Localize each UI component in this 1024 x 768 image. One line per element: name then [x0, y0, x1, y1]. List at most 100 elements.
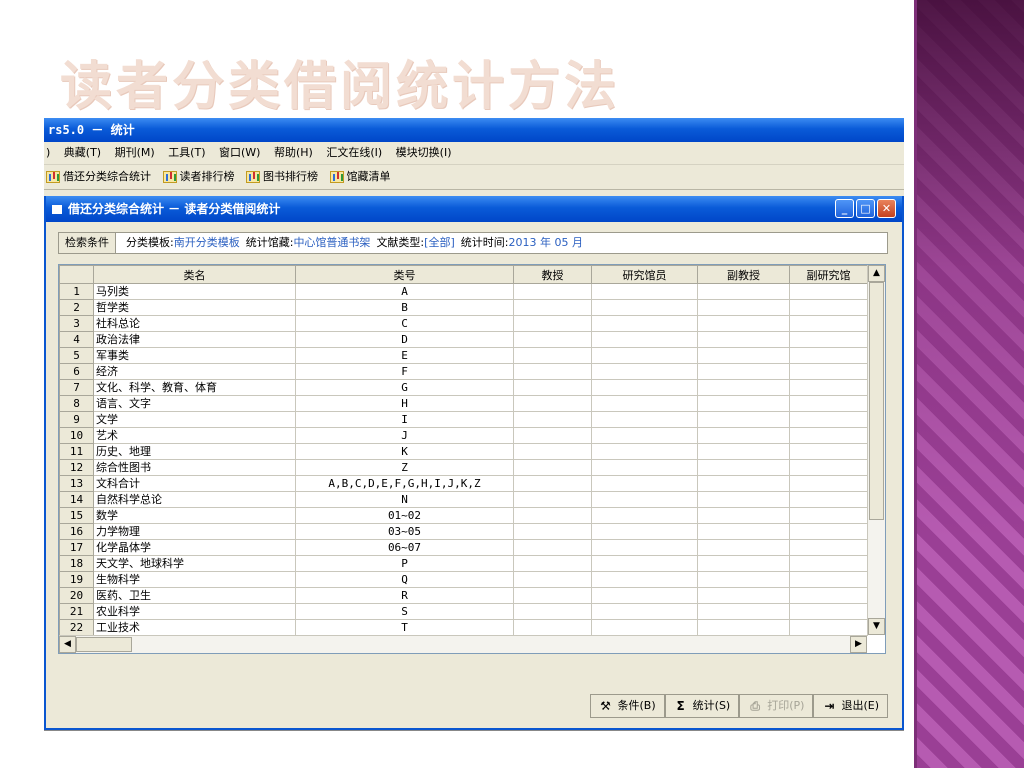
table-row[interactable]: 22 工业技术 T [59, 619, 868, 636]
row-associate-professor[interactable] [697, 491, 790, 508]
row-professor[interactable] [513, 571, 592, 588]
row-associate-librarian[interactable] [789, 347, 868, 364]
row-index[interactable]: 5 [59, 347, 94, 364]
row-index[interactable]: 17 [59, 539, 94, 556]
row-associate-professor[interactable] [697, 363, 790, 380]
toolbar-button-circulation-stats[interactable]: 借还分类综合统计 [46, 165, 151, 189]
menu-item-help[interactable]: 帮助(H) [274, 146, 313, 159]
row-index[interactable]: 22 [59, 619, 94, 636]
row-associate-professor[interactable] [697, 427, 790, 444]
row-name[interactable]: 化学晶体学 [93, 539, 296, 556]
row-associate-professor[interactable] [697, 603, 790, 620]
column-header-index[interactable] [59, 265, 94, 284]
row-professor[interactable] [513, 299, 592, 316]
row-professor[interactable] [513, 427, 592, 444]
row-associate-librarian[interactable] [789, 523, 868, 540]
menu-item-periodicals[interactable]: 期刊(M) [115, 146, 155, 159]
column-header-code[interactable]: 类号 [295, 265, 514, 284]
row-name[interactable]: 历史、地理 [93, 443, 296, 460]
row-associate-professor[interactable] [697, 539, 790, 556]
row-name[interactable]: 文学 [93, 411, 296, 428]
column-header-associate-professor[interactable]: 副教授 [697, 265, 790, 284]
row-associate-professor[interactable] [697, 315, 790, 332]
row-professor[interactable] [513, 459, 592, 476]
criteria-label[interactable]: 检索条件 [59, 233, 116, 253]
row-research-librarian[interactable] [591, 523, 698, 540]
row-code[interactable]: K [295, 443, 514, 460]
table-row[interactable]: 7 文化、科学、教育、体育 G [59, 379, 868, 396]
column-header-associate-librarian[interactable]: 副研究馆 [789, 265, 868, 284]
minimize-button[interactable]: _ [835, 199, 854, 218]
row-associate-librarian[interactable] [789, 299, 868, 316]
row-research-librarian[interactable] [591, 411, 698, 428]
row-research-librarian[interactable] [591, 571, 698, 588]
row-associate-librarian[interactable] [789, 619, 868, 636]
row-index[interactable]: 11 [59, 443, 94, 460]
table-row[interactable]: 17 化学晶体学 06~07 [59, 539, 868, 556]
row-name[interactable]: 数学 [93, 507, 296, 524]
row-professor[interactable] [513, 443, 592, 460]
row-associate-librarian[interactable] [789, 491, 868, 508]
table-row[interactable]: 4 政治法律 D [59, 331, 868, 348]
row-code[interactable]: C [295, 315, 514, 332]
row-associate-professor[interactable] [697, 347, 790, 364]
row-associate-librarian[interactable] [789, 363, 868, 380]
row-code[interactable]: D [295, 331, 514, 348]
row-associate-librarian[interactable] [789, 555, 868, 572]
table-row[interactable]: 13 文科合计 A,B,C,D,E,F,G,H,I,J,K,Z [59, 475, 868, 492]
row-name[interactable]: 马列类 [93, 283, 296, 300]
table-row[interactable]: 3 社科总论 C [59, 315, 868, 332]
row-name[interactable]: 社科总论 [93, 315, 296, 332]
row-research-librarian[interactable] [591, 587, 698, 604]
row-associate-professor[interactable] [697, 443, 790, 460]
row-code[interactable]: F [295, 363, 514, 380]
row-index[interactable]: 10 [59, 427, 94, 444]
row-associate-librarian[interactable] [789, 395, 868, 412]
row-name[interactable]: 自然科学总论 [93, 491, 296, 508]
row-professor[interactable] [513, 315, 592, 332]
table-row[interactable]: 10 艺术 J [59, 427, 868, 444]
row-associate-librarian[interactable] [789, 315, 868, 332]
row-code[interactable]: Z [295, 459, 514, 476]
row-name[interactable]: 农业科学 [93, 603, 296, 620]
row-index[interactable]: 15 [59, 507, 94, 524]
row-index[interactable]: 20 [59, 587, 94, 604]
row-associate-professor[interactable] [697, 507, 790, 524]
row-associate-professor[interactable] [697, 619, 790, 636]
row-name[interactable]: 艺术 [93, 427, 296, 444]
row-associate-professor[interactable] [697, 459, 790, 476]
print-button[interactable]: ⎙ 打印(P) [739, 694, 814, 718]
row-associate-librarian[interactable] [789, 571, 868, 588]
table-row[interactable]: 16 力学物理 03~05 [59, 523, 868, 540]
row-code[interactable]: Q [295, 571, 514, 588]
row-associate-professor[interactable] [697, 571, 790, 588]
table-row[interactable]: 21 农业科学 S [59, 603, 868, 620]
row-code[interactable]: P [295, 555, 514, 572]
table-row[interactable]: 2 哲学类 B [59, 299, 868, 316]
row-research-librarian[interactable] [591, 331, 698, 348]
row-associate-professor[interactable] [697, 523, 790, 540]
row-code[interactable]: S [295, 603, 514, 620]
row-code[interactable]: H [295, 395, 514, 412]
row-professor[interactable] [513, 363, 592, 380]
row-name[interactable]: 生物科学 [93, 571, 296, 588]
row-name[interactable]: 文科合计 [93, 475, 296, 492]
row-associate-librarian[interactable] [789, 475, 868, 492]
row-index[interactable]: 1 [59, 283, 94, 300]
close-button[interactable]: ✕ [877, 199, 896, 218]
row-index[interactable]: 21 [59, 603, 94, 620]
maximize-button[interactable]: □ [856, 199, 875, 218]
row-associate-professor[interactable] [697, 379, 790, 396]
row-research-librarian[interactable] [591, 395, 698, 412]
row-associate-librarian[interactable] [789, 443, 868, 460]
row-professor[interactable] [513, 283, 592, 300]
row-index[interactable]: 18 [59, 555, 94, 572]
scroll-right-icon[interactable]: ▶ [850, 636, 867, 653]
row-name[interactable]: 经济 [93, 363, 296, 380]
table-row[interactable]: 12 综合性图书 Z [59, 459, 868, 476]
row-associate-librarian[interactable] [789, 459, 868, 476]
row-index[interactable]: 3 [59, 315, 94, 332]
row-research-librarian[interactable] [591, 379, 698, 396]
row-professor[interactable] [513, 603, 592, 620]
row-associate-librarian[interactable] [789, 283, 868, 300]
